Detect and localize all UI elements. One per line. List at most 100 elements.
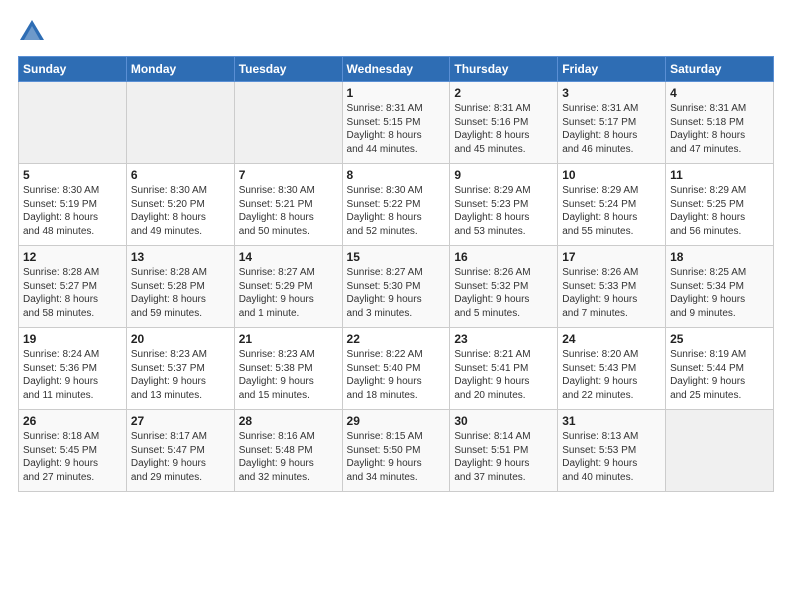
day-info: Sunrise: 8:14 AM Sunset: 5:51 PM Dayligh… [454,430,553,484]
day-number: 14 [239,250,338,264]
calendar-week-row: 1 Sunrise: 8:31 AM Sunset: 5:15 PM Daylig… [19,82,774,164]
day-number: 2 [454,86,553,100]
calendar-week-row: 26 Sunrise: 8:18 AM Sunset: 5:45 PM Dayli… [19,410,774,492]
weekday-header: Wednesday [342,57,450,82]
calendar-cell: 23 Sunrise: 8:21 AM Sunset: 5:41 PM Dayli… [450,328,558,410]
calendar-cell [234,82,342,164]
day-info: Sunrise: 8:13 AM Sunset: 5:53 PM Dayligh… [562,430,661,484]
calendar-cell: 20 Sunrise: 8:23 AM Sunset: 5:37 PM Dayli… [126,328,234,410]
day-info: Sunrise: 8:20 AM Sunset: 5:43 PM Dayligh… [562,348,661,402]
day-number: 31 [562,414,661,428]
calendar-cell: 15 Sunrise: 8:27 AM Sunset: 5:30 PM Dayli… [342,246,450,328]
calendar-cell: 16Sunrise: 8:26 AM Sunset: 5:32 PM Dayli… [450,246,558,328]
calendar-week-row: 19Sunrise: 8:24 AM Sunset: 5:36 PM Dayli… [19,328,774,410]
calendar-week-row: 12 Sunrise: 8:28 AM Sunset: 5:27 PM Dayli… [19,246,774,328]
day-number: 17 [562,250,661,264]
day-number: 1 [347,86,446,100]
calendar-cell: 30 Sunrise: 8:14 AM Sunset: 5:51 PM Dayli… [450,410,558,492]
calendar-table: SundayMondayTuesdayWednesdayThursdayFrid… [18,56,774,492]
calendar-cell: 10 Sunrise: 8:29 AM Sunset: 5:24 PM Dayli… [558,164,666,246]
day-info: Sunrise: 8:19 AM Sunset: 5:44 PM Dayligh… [670,348,769,402]
day-info: Sunrise: 8:22 AM Sunset: 5:40 PM Dayligh… [347,348,446,402]
logo-icon [18,18,46,46]
weekday-header-row: SundayMondayTuesdayWednesdayThursdayFrid… [19,57,774,82]
day-info: Sunrise: 8:15 AM Sunset: 5:50 PM Dayligh… [347,430,446,484]
day-number: 4 [670,86,769,100]
page: SundayMondayTuesdayWednesdayThursdayFrid… [0,0,792,612]
day-number: 23 [454,332,553,346]
day-number: 26 [23,414,122,428]
day-info: Sunrise: 8:29 AM Sunset: 5:24 PM Dayligh… [562,184,661,238]
weekday-header: Thursday [450,57,558,82]
calendar-cell: 6 Sunrise: 8:30 AM Sunset: 5:20 PM Daylig… [126,164,234,246]
calendar-cell: 1 Sunrise: 8:31 AM Sunset: 5:15 PM Daylig… [342,82,450,164]
day-number: 6 [131,168,230,182]
day-info: Sunrise: 8:31 AM Sunset: 5:15 PM Dayligh… [347,102,446,156]
weekday-header: Friday [558,57,666,82]
day-info: Sunrise: 8:27 AM Sunset: 5:29 PM Dayligh… [239,266,338,320]
weekday-header: Saturday [666,57,774,82]
calendar-cell [666,410,774,492]
day-number: 12 [23,250,122,264]
day-info: Sunrise: 8:29 AM Sunset: 5:25 PM Dayligh… [670,184,769,238]
day-info: Sunrise: 8:26 AM Sunset: 5:32 PM Dayligh… [454,266,553,320]
day-info: Sunrise: 8:28 AM Sunset: 5:27 PM Dayligh… [23,266,122,320]
calendar-cell: 3 Sunrise: 8:31 AM Sunset: 5:17 PM Daylig… [558,82,666,164]
calendar-week-row: 5Sunrise: 8:30 AM Sunset: 5:19 PM Daylig… [19,164,774,246]
day-number: 27 [131,414,230,428]
calendar-cell: 27 Sunrise: 8:17 AM Sunset: 5:47 PM Dayli… [126,410,234,492]
calendar-cell: 17 Sunrise: 8:26 AM Sunset: 5:33 PM Dayli… [558,246,666,328]
calendar-cell: 26 Sunrise: 8:18 AM Sunset: 5:45 PM Dayli… [19,410,127,492]
day-number: 22 [347,332,446,346]
day-number: 18 [670,250,769,264]
weekday-header: Tuesday [234,57,342,82]
day-number: 15 [347,250,446,264]
header [18,18,774,46]
day-info: Sunrise: 8:24 AM Sunset: 5:36 PM Dayligh… [23,348,122,402]
calendar-cell [126,82,234,164]
day-info: Sunrise: 8:30 AM Sunset: 5:21 PM Dayligh… [239,184,338,238]
day-info: Sunrise: 8:18 AM Sunset: 5:45 PM Dayligh… [23,430,122,484]
calendar-cell [19,82,127,164]
day-info: Sunrise: 8:26 AM Sunset: 5:33 PM Dayligh… [562,266,661,320]
day-number: 3 [562,86,661,100]
weekday-header: Monday [126,57,234,82]
day-number: 9 [454,168,553,182]
day-number: 21 [239,332,338,346]
day-number: 20 [131,332,230,346]
day-number: 28 [239,414,338,428]
calendar-cell: 18Sunrise: 8:25 AM Sunset: 5:34 PM Dayli… [666,246,774,328]
calendar-cell: 8Sunrise: 8:30 AM Sunset: 5:22 PM Daylig… [342,164,450,246]
logo [18,18,48,46]
day-number: 7 [239,168,338,182]
calendar-cell: 28 Sunrise: 8:16 AM Sunset: 5:48 PM Dayli… [234,410,342,492]
day-info: Sunrise: 8:17 AM Sunset: 5:47 PM Dayligh… [131,430,230,484]
day-number: 30 [454,414,553,428]
day-number: 11 [670,168,769,182]
day-number: 29 [347,414,446,428]
day-number: 10 [562,168,661,182]
day-info: Sunrise: 8:27 AM Sunset: 5:30 PM Dayligh… [347,266,446,320]
day-number: 25 [670,332,769,346]
day-info: Sunrise: 8:31 AM Sunset: 5:17 PM Dayligh… [562,102,661,156]
calendar-cell: 9Sunrise: 8:29 AM Sunset: 5:23 PM Daylig… [450,164,558,246]
day-info: Sunrise: 8:23 AM Sunset: 5:38 PM Dayligh… [239,348,338,402]
calendar-cell: 5Sunrise: 8:30 AM Sunset: 5:19 PM Daylig… [19,164,127,246]
calendar-cell: 14 Sunrise: 8:27 AM Sunset: 5:29 PM Dayli… [234,246,342,328]
calendar-cell: 2Sunrise: 8:31 AM Sunset: 5:16 PM Daylig… [450,82,558,164]
day-info: Sunrise: 8:30 AM Sunset: 5:20 PM Dayligh… [131,184,230,238]
day-number: 5 [23,168,122,182]
calendar-cell: 31 Sunrise: 8:13 AM Sunset: 5:53 PM Dayli… [558,410,666,492]
day-info: Sunrise: 8:16 AM Sunset: 5:48 PM Dayligh… [239,430,338,484]
calendar-cell: 4 Sunrise: 8:31 AM Sunset: 5:18 PM Daylig… [666,82,774,164]
day-info: Sunrise: 8:21 AM Sunset: 5:41 PM Dayligh… [454,348,553,402]
day-info: Sunrise: 8:30 AM Sunset: 5:22 PM Dayligh… [347,184,446,238]
calendar-cell: 13Sunrise: 8:28 AM Sunset: 5:28 PM Dayli… [126,246,234,328]
day-info: Sunrise: 8:23 AM Sunset: 5:37 PM Dayligh… [131,348,230,402]
calendar-cell: 22 Sunrise: 8:22 AM Sunset: 5:40 PM Dayli… [342,328,450,410]
calendar-cell: 7 Sunrise: 8:30 AM Sunset: 5:21 PM Daylig… [234,164,342,246]
calendar-cell: 11 Sunrise: 8:29 AM Sunset: 5:25 PM Dayli… [666,164,774,246]
day-info: Sunrise: 8:31 AM Sunset: 5:18 PM Dayligh… [670,102,769,156]
day-info: Sunrise: 8:28 AM Sunset: 5:28 PM Dayligh… [131,266,230,320]
day-number: 24 [562,332,661,346]
